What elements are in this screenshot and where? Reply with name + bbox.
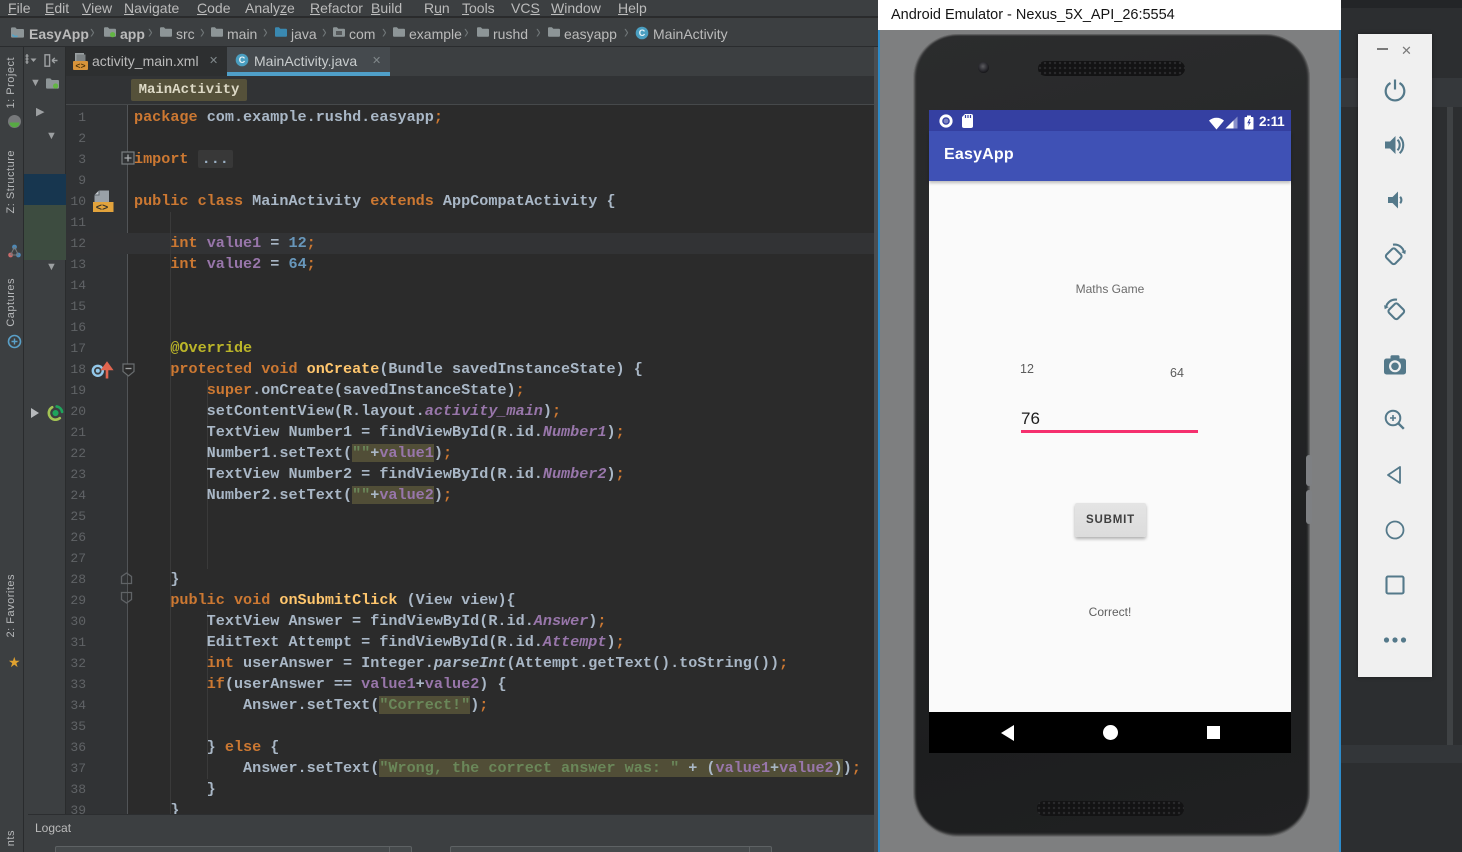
svg-text:C: C xyxy=(639,28,646,38)
svg-text:<>: <> xyxy=(96,203,109,214)
svg-text:C: C xyxy=(239,55,246,65)
svg-text:<>: <> xyxy=(75,61,85,71)
